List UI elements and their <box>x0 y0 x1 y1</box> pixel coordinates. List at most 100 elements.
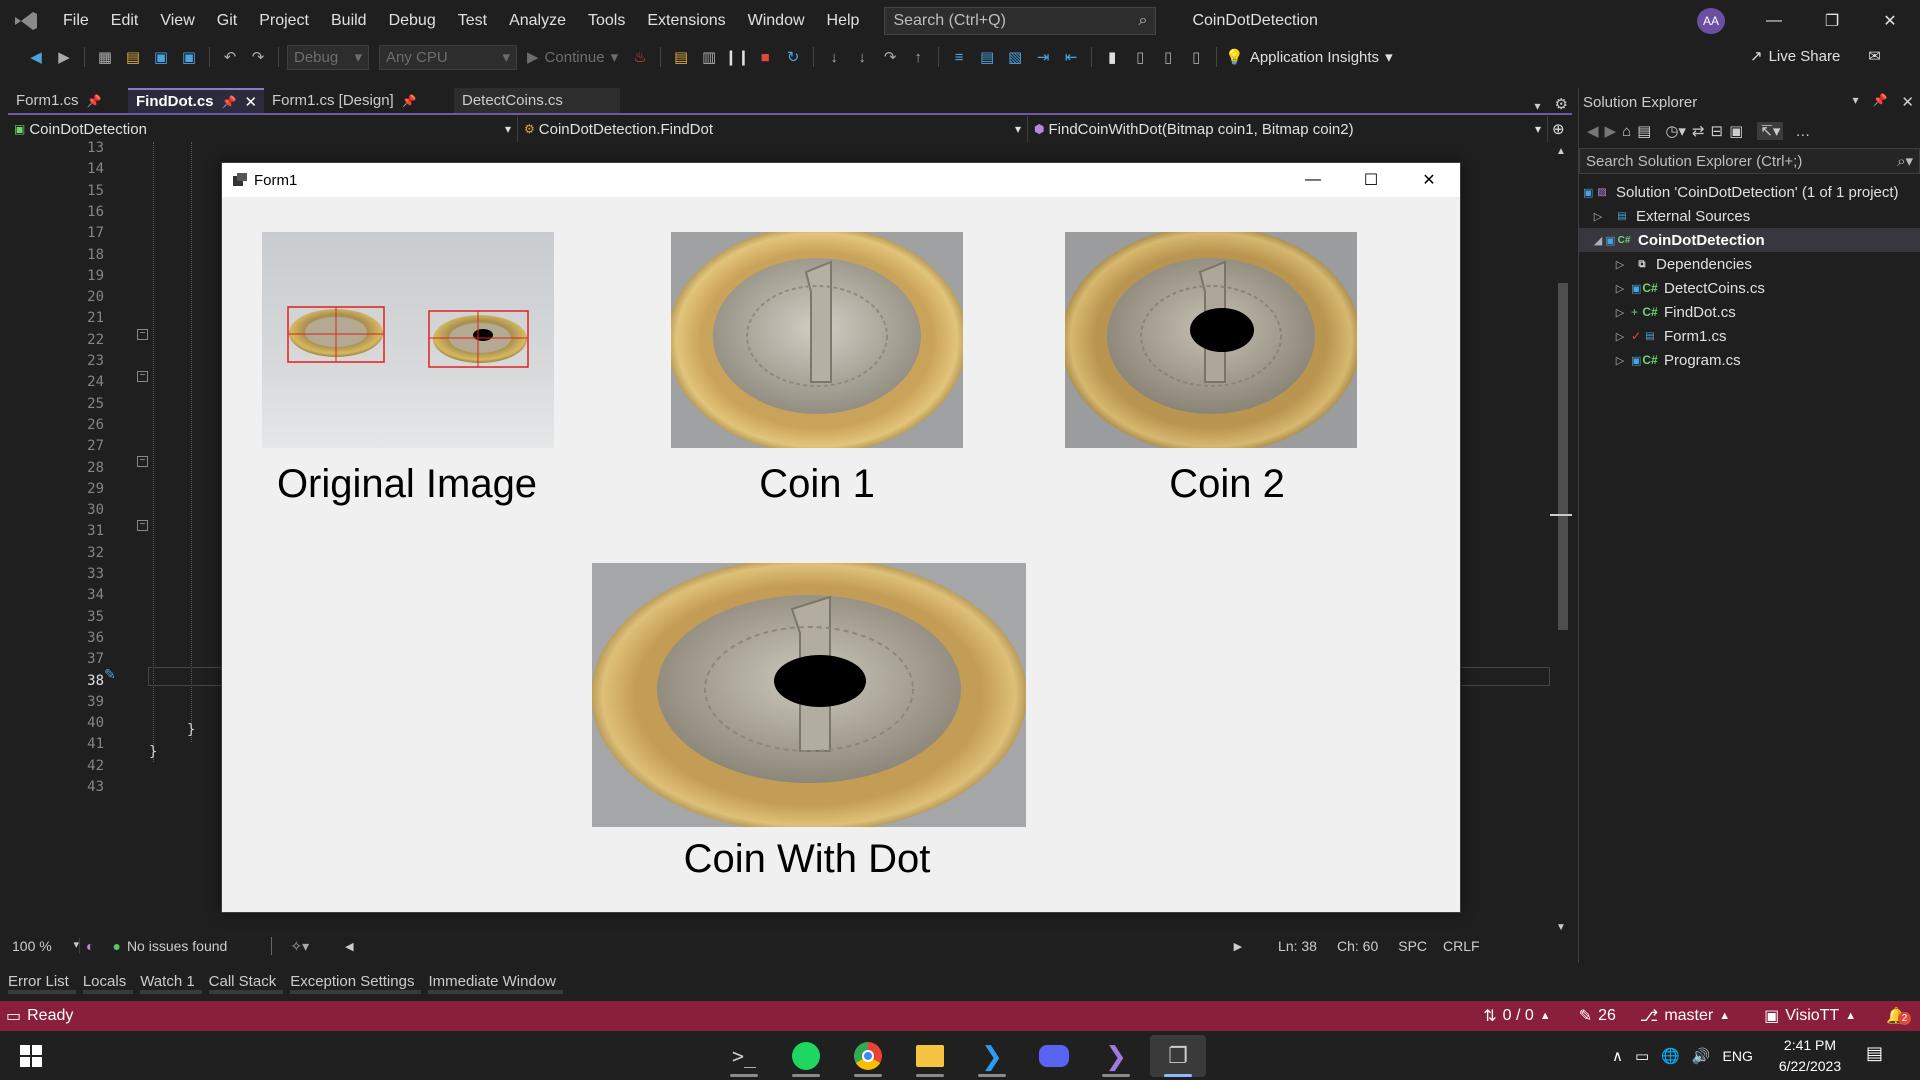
taskbar-terminal[interactable]: >_ <box>716 1035 772 1077</box>
pin-icon[interactable]: 📌 <box>402 94 417 108</box>
menu-file[interactable]: File <box>52 0 100 42</box>
menu-analyze[interactable]: Analyze <box>498 0 577 42</box>
undo-icon[interactable]: ↶ <box>218 45 242 69</box>
taskbar-form1-app[interactable]: ❐ <box>1150 1035 1206 1077</box>
minimize-icon[interactable]: — <box>1746 0 1802 42</box>
indent-icon[interactable]: ⇥ <box>1031 45 1055 69</box>
stop-icon[interactable]: ■ <box>753 45 777 69</box>
navigate-back-icon[interactable]: ◀ <box>24 45 48 69</box>
class-dropdown[interactable]: ⚙ CoinDotDetection.FindDot ▾ <box>518 116 1028 142</box>
sync-with-document-icon[interactable]: ⇄ <box>1692 122 1705 140</box>
live-share-button[interactable]: ↗ Live Share ✉ <box>1750 47 1881 66</box>
platform-select[interactable]: Any CPU ▾ <box>379 44 517 70</box>
back-icon[interactable]: ◀ <box>1587 122 1599 140</box>
member-dropdown[interactable]: ⬢ FindCoinWithDot(Bitmap coin1, Bitmap co… <box>1028 116 1548 142</box>
taskbar-clock[interactable]: 2:41 PM 6/22/2023 <box>1770 1035 1850 1077</box>
tree-item-form1[interactable]: ▷ ✓ ▤ Form1.cs <box>1579 324 1920 348</box>
copilot-icon[interactable]: ◐ <box>86 938 94 954</box>
more-options-icon[interactable]: … <box>1795 123 1810 140</box>
network-globe-icon[interactable]: 🌐 <box>1661 1047 1680 1065</box>
home-icon[interactable]: ⌂ <box>1622 123 1631 140</box>
forward-icon[interactable]: ▶ <box>1605 122 1617 140</box>
tab-form1-designer[interactable]: Form1.cs [Design] 📌 <box>264 88 444 113</box>
scroll-up-icon[interactable]: ▲ <box>1556 146 1566 157</box>
tab-locals[interactable]: Locals <box>82 970 134 994</box>
menu-project[interactable]: Project <box>248 0 320 42</box>
scroll-right-icon[interactable]: ▶ <box>1234 940 1242 953</box>
quick-action-brush-icon[interactable]: ✎ <box>104 666 116 683</box>
menu-help[interactable]: Help <box>816 0 871 42</box>
hot-reload-icon[interactable]: ♨ <box>628 45 652 69</box>
tree-item-solution[interactable]: ▣ ▨ Solution 'CoinDotDetection' (1 of 1 … <box>1579 180 1920 204</box>
form1-title-bar[interactable]: Form1 <box>222 163 1460 197</box>
pin-icon[interactable]: 📌 <box>222 95 237 109</box>
bookmark-icon[interactable]: ▮ <box>1100 45 1124 69</box>
branch-status[interactable]: ⎇ master ▲ <box>1640 1006 1730 1026</box>
battery-icon[interactable]: ▭ <box>1635 1047 1649 1065</box>
tree-item-external-sources[interactable]: ▷ ▤ External Sources <box>1579 204 1920 228</box>
menu-edit[interactable]: Edit <box>100 0 150 42</box>
clear-bookmarks-icon[interactable]: ▯ <box>1184 45 1208 69</box>
navigate-forward-icon[interactable]: ▶ <box>52 45 76 69</box>
collapse-icon[interactable]: − <box>137 520 148 531</box>
pause-icon[interactable]: ❙❙ <box>725 45 750 69</box>
collapse-arrow-icon[interactable]: ◢ <box>1591 234 1605 247</box>
language-indicator[interactable]: ENG <box>1723 1048 1753 1064</box>
collapse-icon[interactable]: − <box>137 329 148 340</box>
tree-item-detectcoins[interactable]: ▷ ▣ C# DetectCoins.cs <box>1579 276 1920 300</box>
collapse-icon[interactable]: − <box>137 456 148 467</box>
new-project-icon[interactable]: ▦ <box>93 45 117 69</box>
collapse-all-icon[interactable]: ⊟ <box>1711 122 1724 140</box>
solution-explorer-search[interactable]: Search Solution Explorer (Ctrl+;) ⌕▾ <box>1579 148 1920 174</box>
settings-gear-icon[interactable]: ⚙ <box>1555 95 1568 113</box>
sync-status[interactable]: ⇅ 0 / 0 ▲ <box>1483 1006 1550 1026</box>
form1-maximize-icon[interactable]: ☐ <box>1342 163 1400 197</box>
restore-icon[interactable]: ❐ <box>1804 0 1860 42</box>
menu-view[interactable]: View <box>149 0 205 42</box>
tab-form1-cs[interactable]: Form1.cs 📌 <box>8 88 128 113</box>
avatar[interactable]: AA <box>1697 8 1725 34</box>
preview-selected-icon[interactable]: ↸▾ <box>1757 122 1784 140</box>
redo-icon[interactable]: ↷ <box>246 45 270 69</box>
taskbar-discord[interactable] <box>1026 1035 1082 1077</box>
repository-status[interactable]: ▣ VisioTT ▲ <box>1764 1006 1856 1026</box>
menu-extensions[interactable]: Extensions <box>636 0 736 42</box>
prev-bookmark-icon[interactable]: ▯ <box>1128 45 1152 69</box>
tab-list-dropdown-icon[interactable]: ▾ <box>1535 99 1541 113</box>
split-window-icon[interactable]: ⊕ <box>1552 120 1565 138</box>
tree-item-program[interactable]: ▷ ▣ C# Program.cs <box>1579 348 1920 372</box>
notification-center-icon[interactable]: ▤ <box>1866 1043 1883 1064</box>
taskbar-visual-studio[interactable]: ❯ <box>1088 1035 1144 1077</box>
save-all-icon[interactable]: ▣ <box>177 45 201 69</box>
pin-icon[interactable]: 📌 <box>1872 93 1887 111</box>
expand-arrow-icon[interactable]: ▷ <box>1613 258 1627 271</box>
save-icon[interactable]: ▣ <box>149 45 173 69</box>
layout-icon[interactable]: ▥ <box>697 45 721 69</box>
menu-window[interactable]: Window <box>737 0 816 42</box>
pending-changes-status[interactable]: ✎ 26 <box>1579 1006 1616 1026</box>
close-tab-icon[interactable]: ✕ <box>244 93 257 111</box>
visual-studio-logo-icon[interactable] <box>0 0 52 42</box>
tree-item-dependencies[interactable]: ▷ ⧉ Dependencies <box>1579 252 1920 276</box>
step-into-icon[interactable]: ↓ <box>822 45 846 69</box>
tab-finddot-cs[interactable]: FindDot.cs 📌 ✕ <box>128 88 264 113</box>
feedback-icon[interactable]: ✉ <box>1868 47 1881 65</box>
next-bookmark-icon[interactable]: ▯ <box>1156 45 1180 69</box>
switch-views-icon[interactable]: ▤ <box>1637 122 1651 140</box>
step-back-icon[interactable]: ↷ <box>878 45 902 69</box>
continue-button[interactable]: ▶ Continue ▾ <box>521 48 624 67</box>
taskbar-spotify[interactable] <box>778 1035 834 1077</box>
scroll-left-icon[interactable]: ◀ <box>345 940 353 953</box>
step-out-icon[interactable]: ↑ <box>906 45 930 69</box>
issues-status[interactable]: No issues found <box>127 938 227 954</box>
show-hidden-icons-chevron-icon[interactable]: ∧ <box>1612 1047 1623 1065</box>
browse-icon[interactable]: ▤ <box>669 45 693 69</box>
menu-git[interactable]: Git <box>206 0 248 42</box>
close-icon[interactable]: ✕ <box>1901 93 1914 111</box>
close-icon[interactable]: ✕ <box>1862 0 1918 42</box>
pending-changes-filter-icon[interactable]: ◷▾ <box>1665 122 1686 140</box>
step-over-icon[interactable]: ↓ <box>850 45 874 69</box>
zoom-select[interactable]: 100 % ▾ <box>8 938 80 954</box>
format-icon[interactable]: ▤ <box>975 45 999 69</box>
tab-watch-1[interactable]: Watch 1 <box>140 970 202 994</box>
